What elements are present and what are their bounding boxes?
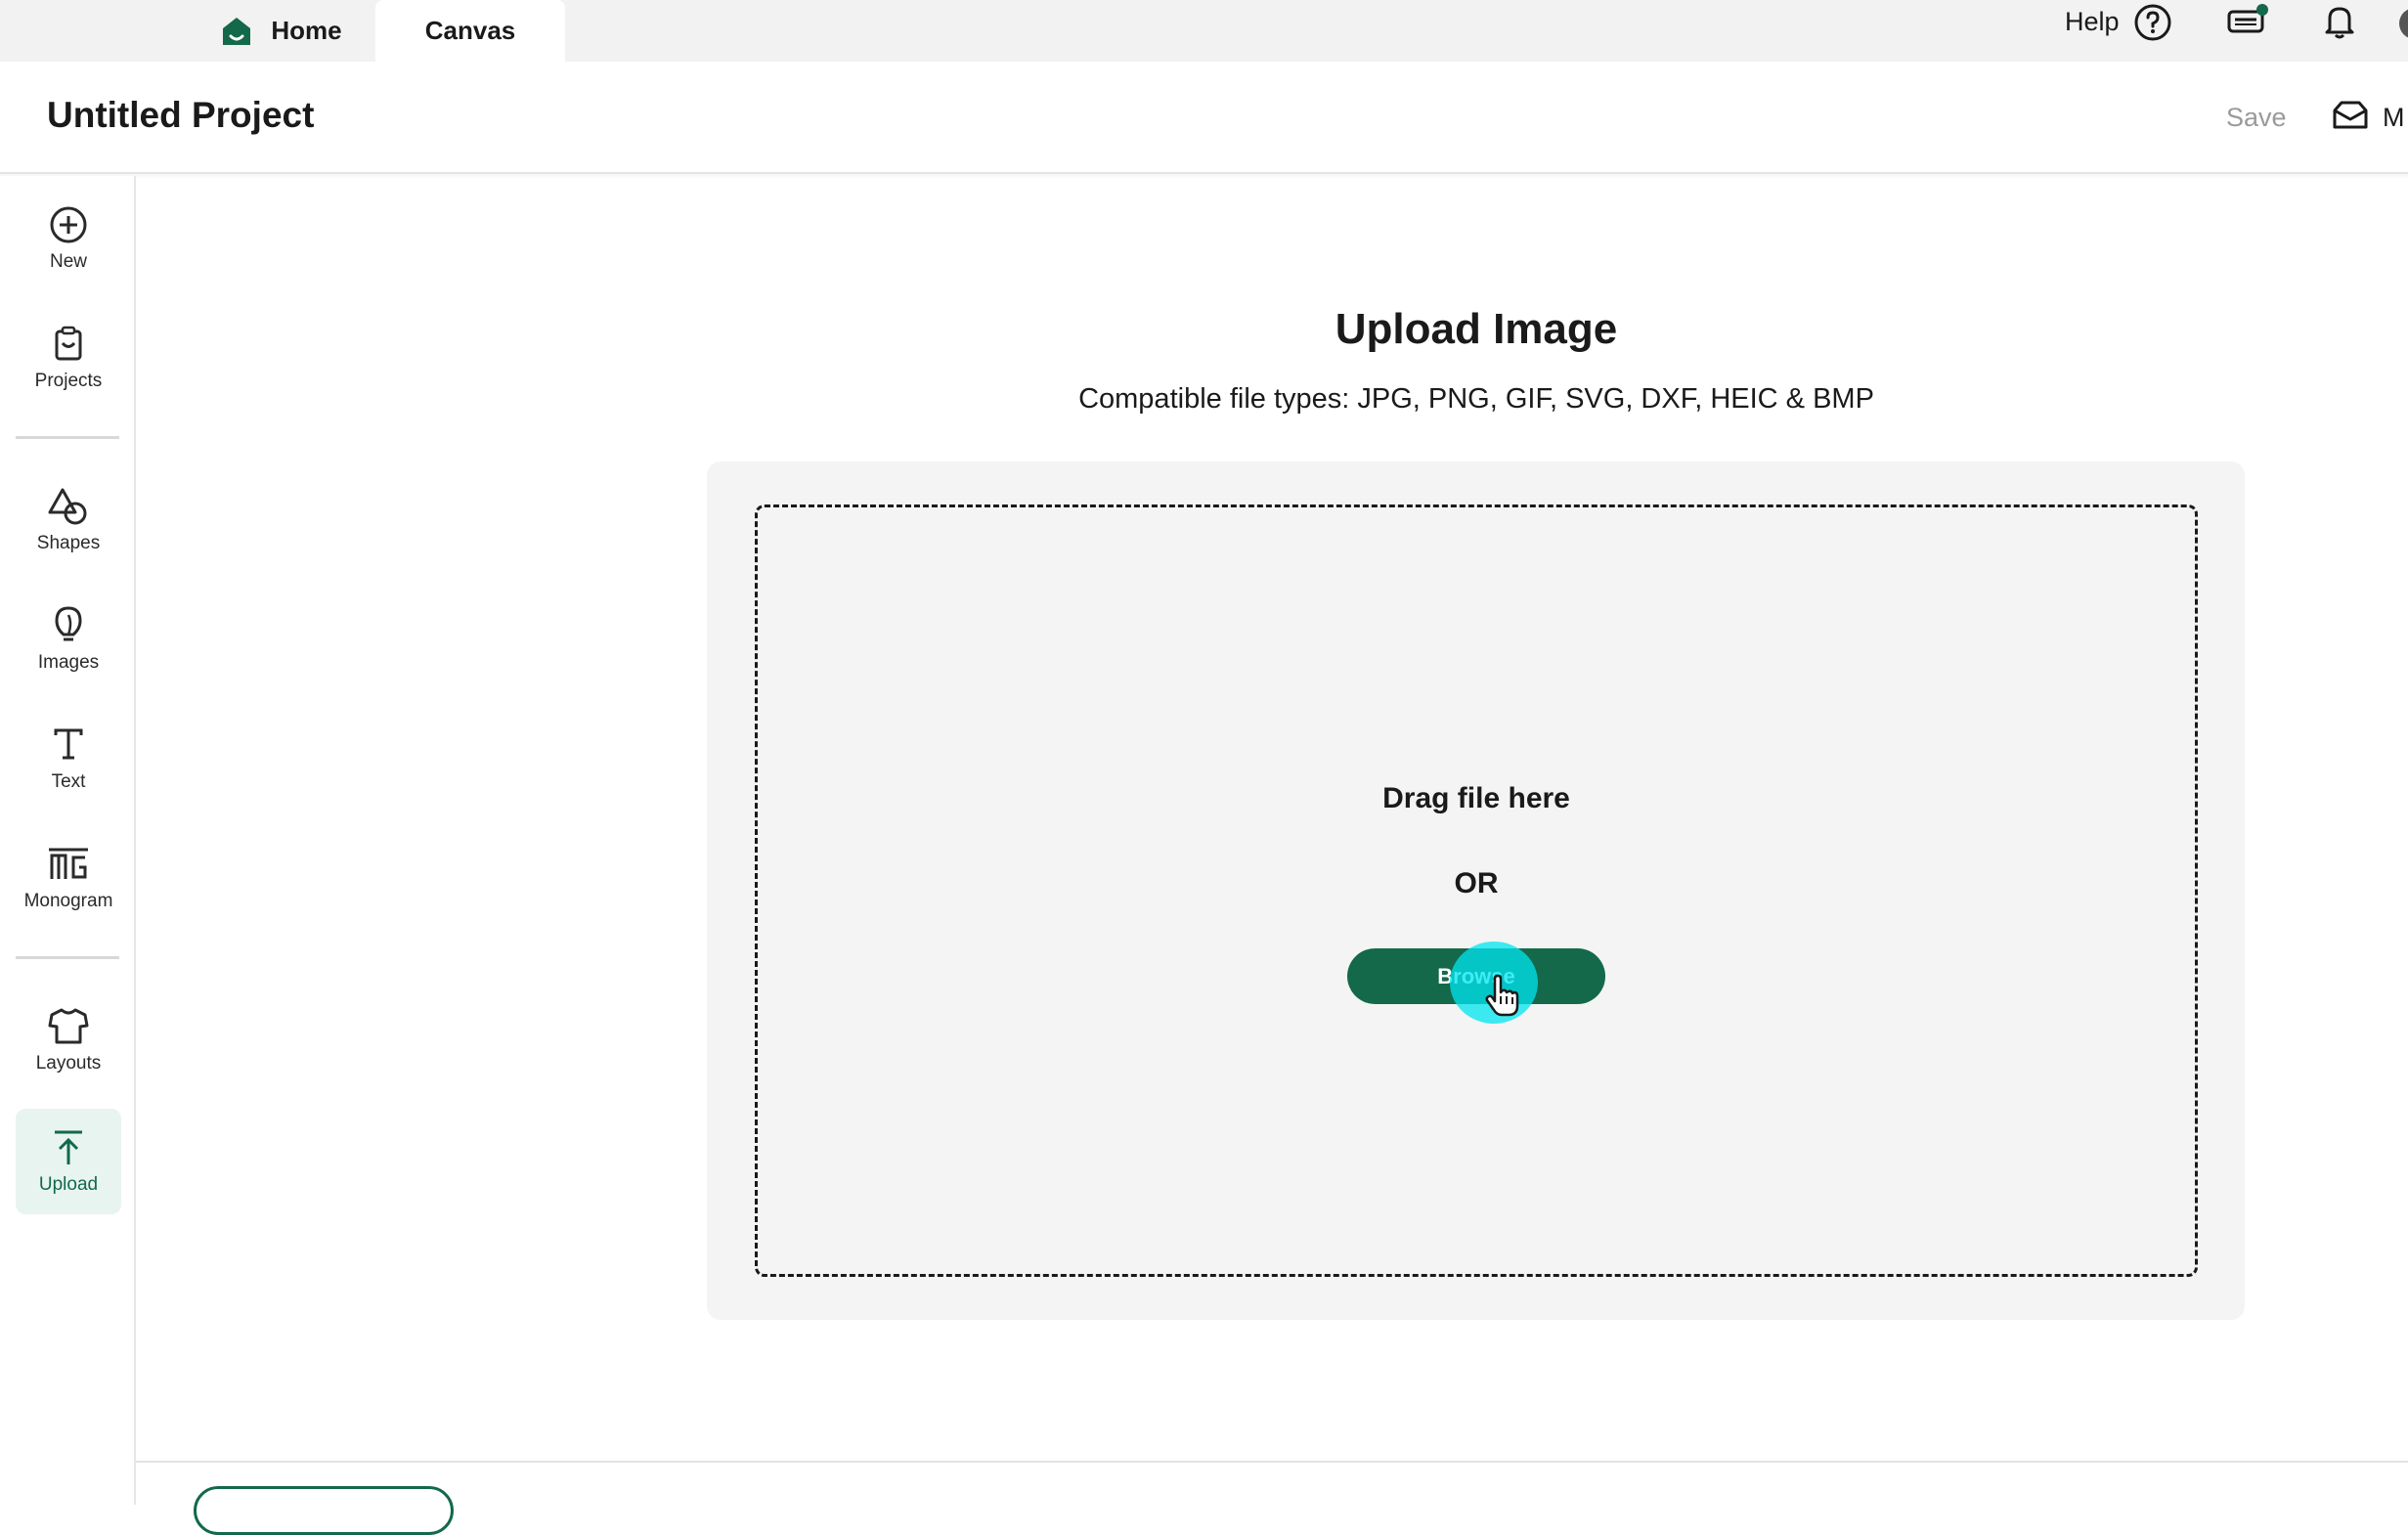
sidebar-item-label: Shapes [36, 533, 101, 553]
sidebar-item-text[interactable]: Text [16, 706, 121, 811]
drag-file-text: Drag file here [1382, 782, 1570, 814]
bottom-divider [136, 1461, 2408, 1463]
or-separator: OR [1454, 867, 1499, 899]
bottom-action-button[interactable] [194, 1486, 454, 1535]
sidebar-item-label: New [49, 251, 87, 272]
sidebar-item-layouts[interactable]: Layouts [16, 987, 121, 1093]
bell-icon[interactable] [2320, 2, 2359, 41]
upload-icon [48, 1127, 89, 1168]
tab-canvas[interactable]: Canvas [375, 0, 565, 62]
sidebar-item-upload[interactable]: Upload [16, 1109, 121, 1214]
project-title[interactable]: Untitled Project [47, 95, 314, 136]
make-it-button[interactable]: M [2332, 99, 2405, 137]
save-button[interactable]: Save [2226, 103, 2287, 133]
sidebar-item-label: Images [37, 652, 100, 673]
sidebar-item-shapes[interactable]: Shapes [16, 467, 121, 573]
top-tab-bar: Home Canvas Help [0, 0, 2408, 62]
text-icon [48, 724, 89, 766]
question-circle-icon [2133, 3, 2172, 42]
make-it-label: M [2383, 103, 2405, 132]
sidebar-item-projects[interactable]: Projects [16, 305, 121, 411]
project-header: Untitled Project Save M [0, 62, 2408, 174]
sidebar-divider [16, 436, 119, 439]
sidebar-divider [16, 956, 119, 959]
projects-icon [48, 324, 89, 365]
tab-home-label: Home [271, 16, 342, 45]
compatible-file-types: Compatible file types: JPG, PNG, GIF, SV… [1078, 383, 1874, 415]
sidebar-item-images[interactable]: Images [16, 587, 121, 692]
plus-circle-icon [48, 204, 89, 245]
help-label: Help [2065, 7, 2120, 36]
home-icon [220, 16, 253, 47]
mail-icon [2332, 99, 2369, 137]
lightbulb-icon [48, 605, 89, 646]
hand-cursor-icon [1483, 975, 1522, 1018]
sidebar-item-label: Projects [34, 371, 103, 391]
help-button[interactable]: Help [2065, 0, 2172, 44]
tshirt-icon [47, 1006, 90, 1047]
tab-canvas-label: Canvas [424, 16, 516, 45]
shapes-icon [47, 486, 90, 527]
machine-icon[interactable] [2226, 2, 2269, 37]
sidebar-item-new[interactable]: New [16, 186, 121, 291]
sidebar-item-label: Monogram [23, 891, 113, 911]
sidebar-item-label: Upload [38, 1174, 99, 1195]
avatar[interactable] [2397, 6, 2408, 41]
sidebar-item-monogram[interactable]: Monogram [16, 825, 121, 931]
upload-title: Upload Image [1335, 305, 1618, 353]
tab-home[interactable]: Home [191, 0, 372, 62]
sidebar-item-label: Layouts [35, 1053, 102, 1074]
sidebar-item-label: Text [51, 771, 86, 792]
monogram-icon [46, 844, 91, 885]
